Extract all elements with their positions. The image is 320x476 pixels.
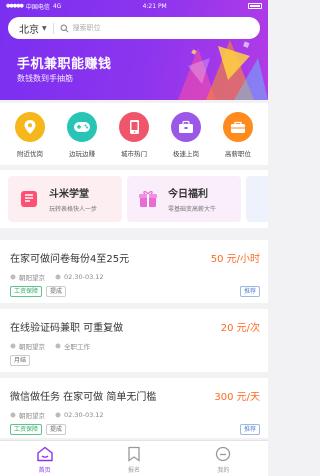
banner-subtitle: 数钱数到手抽筋 bbox=[17, 74, 73, 83]
category-play-earn[interactable]: 边玩边赚 bbox=[58, 103, 106, 165]
job-tags: 工资保障 提成 bbox=[10, 424, 67, 435]
recommend-badge: 推荐 bbox=[239, 424, 260, 435]
tab-label: 首页 bbox=[38, 467, 51, 474]
location-icon bbox=[10, 274, 16, 280]
promo-card-next[interactable] bbox=[246, 176, 268, 222]
category-nearby[interactable]: 附近优岗 bbox=[6, 103, 54, 165]
promo-row: 斗米学堂 玩转表格快人一步 今日福利 零基础变高薪大牛 bbox=[0, 170, 268, 228]
job-date: 02.30-03.12 bbox=[64, 273, 104, 281]
tab-bar: 首页 报名 我的 bbox=[0, 440, 268, 476]
briefcase-icon bbox=[171, 112, 201, 142]
search-divider bbox=[52, 22, 54, 34]
promo-title: 斗米学堂 bbox=[49, 189, 89, 200]
tab-label: 我的 bbox=[217, 467, 230, 474]
bookmark-icon bbox=[128, 446, 140, 462]
job-title: 在线验证码兼职 可重复做 bbox=[10, 323, 124, 334]
job-location: 朝阳望京 bbox=[19, 343, 45, 351]
job-card[interactable]: 在线验证码兼职 可重复做 20 元/次 朝阳望京 全职工作 月结 bbox=[0, 309, 268, 372]
search-icon bbox=[60, 24, 69, 32]
header-banner: ●●●●● 中国电信 4G 4:21 PM 北京 ▼ 搜索职位 手机兼职能赚钱 … bbox=[0, 0, 268, 100]
job-date: 02.30-03.12 bbox=[64, 411, 104, 419]
gamepad-icon bbox=[67, 112, 97, 142]
chevron-down-icon: ▼ bbox=[42, 24, 47, 32]
job-title: 在家可做问卷每份4至25元 bbox=[10, 254, 130, 265]
city-label: 北京 bbox=[19, 24, 39, 36]
job-card[interactable]: 在家可做问卷每份4至25元 50 元/小时 朝阳望京 02.30-03.12 工… bbox=[0, 240, 268, 303]
job-tag: 提成 bbox=[46, 286, 67, 297]
tab-home[interactable]: 首页 bbox=[0, 441, 89, 476]
job-location: 朝阳望京 bbox=[19, 412, 45, 420]
job-tag: 提成 bbox=[46, 424, 67, 435]
promo-subtitle: 玩转表格快人一步 bbox=[49, 206, 98, 213]
category-label: 边玩边赚 bbox=[69, 150, 95, 158]
category-fast-start[interactable]: 极速上岗 bbox=[162, 103, 210, 165]
location-pin-icon bbox=[15, 112, 45, 142]
signal-icon: ●●●●● bbox=[6, 3, 24, 9]
job-card[interactable]: 微信做任务 在家可做 简单无门槛 300 元/天 朝阳望京 02.30-03.1… bbox=[0, 378, 268, 438]
location-icon bbox=[10, 412, 16, 418]
home-icon bbox=[36, 446, 53, 462]
tab-label: 报名 bbox=[127, 467, 140, 474]
category-row: 附近优岗 边玩边赚 城市热门 极速上岗 高薪职位 bbox=[0, 103, 268, 165]
job-date: 全职工作 bbox=[64, 343, 90, 351]
network-label: 4G bbox=[52, 2, 62, 10]
job-pay: 20 元/次 bbox=[220, 323, 260, 334]
city-selector[interactable]: 北京 ▼ bbox=[8, 21, 47, 36]
job-tags: 工资保障 提成 bbox=[10, 286, 67, 297]
location-icon bbox=[10, 343, 16, 349]
category-label: 城市热门 bbox=[121, 150, 147, 158]
promo-subtitle: 零基础变高薪大牛 bbox=[168, 206, 217, 213]
category-label: 附近优岗 bbox=[17, 150, 43, 158]
job-title: 微信做任务 在家可做 简单无门槛 bbox=[10, 392, 157, 403]
clock-label: 4:21 PM bbox=[142, 2, 167, 10]
promo-card-welfare[interactable]: 今日福利 零基础变高薪大牛 bbox=[127, 176, 241, 222]
toolbox-icon bbox=[223, 112, 253, 142]
category-city-hot[interactable]: 城市热门 bbox=[110, 103, 158, 165]
job-pay: 50 元/小时 bbox=[210, 254, 260, 265]
job-tag: 月结 bbox=[10, 355, 31, 366]
job-meta: 朝阳望京 全职工作 bbox=[10, 341, 90, 351]
category-label: 高薪职位 bbox=[225, 150, 251, 158]
battery-icon bbox=[248, 3, 262, 9]
clock-icon bbox=[55, 274, 61, 280]
job-tag: 工资保障 bbox=[10, 424, 43, 435]
tab-applied[interactable]: 报名 bbox=[89, 441, 178, 476]
job-meta: 朝阳望京 02.30-03.12 bbox=[10, 272, 104, 282]
job-tags: 月结 bbox=[10, 355, 31, 366]
category-label: 极速上岗 bbox=[173, 150, 199, 158]
carrier-label: 中国电信 bbox=[25, 3, 50, 11]
category-high-pay[interactable]: 高薪职位 bbox=[214, 103, 262, 165]
clock-icon bbox=[55, 412, 61, 418]
status-bar: ●●●●● 中国电信 4G 4:21 PM bbox=[0, 0, 268, 12]
banner-illustration bbox=[178, 40, 268, 100]
gift-icon bbox=[139, 191, 157, 207]
phone-icon bbox=[119, 112, 149, 142]
recommend-badge: 推荐 bbox=[239, 286, 260, 297]
tab-profile[interactable]: 我的 bbox=[179, 441, 268, 476]
promo-card-school[interactable]: 斗米学堂 玩转表格快人一步 bbox=[8, 176, 122, 222]
job-location: 朝阳望京 bbox=[19, 274, 45, 282]
profile-icon bbox=[216, 446, 231, 462]
clock-icon bbox=[55, 343, 61, 349]
book-icon bbox=[21, 191, 37, 207]
job-meta: 朝阳望京 02.30-03.12 bbox=[10, 410, 104, 420]
job-tag: 工资保障 bbox=[10, 286, 43, 297]
banner-title[interactable]: 手机兼职能赚钱 bbox=[17, 53, 112, 72]
promo-title: 今日福利 bbox=[168, 189, 208, 200]
search-input[interactable]: 搜索职位 bbox=[73, 23, 101, 33]
job-pay: 300 元/天 bbox=[214, 392, 260, 403]
